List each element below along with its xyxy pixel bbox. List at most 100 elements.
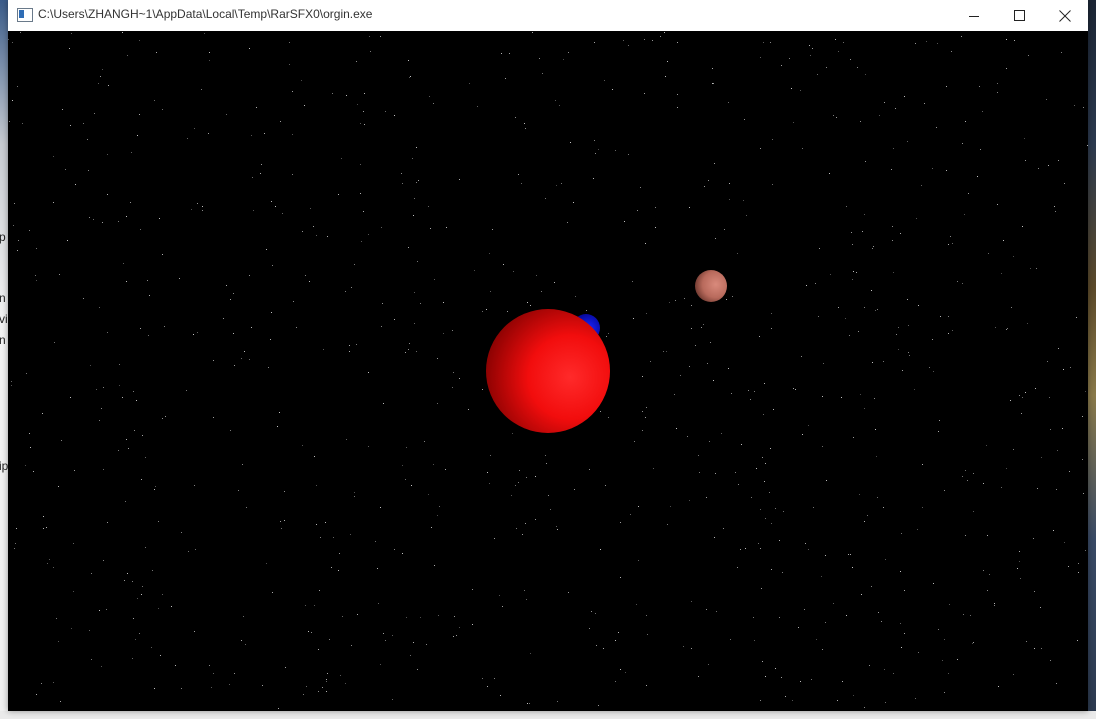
star xyxy=(1001,487,1002,488)
star xyxy=(1058,348,1059,349)
star xyxy=(765,518,766,519)
star xyxy=(33,471,34,472)
star xyxy=(519,470,520,471)
star xyxy=(879,115,880,116)
star xyxy=(278,708,279,709)
star xyxy=(133,391,134,392)
star xyxy=(962,283,963,284)
star xyxy=(1022,226,1023,227)
star xyxy=(823,363,824,364)
star xyxy=(482,678,483,679)
star xyxy=(284,491,285,492)
star xyxy=(833,603,834,604)
star xyxy=(665,76,666,77)
star xyxy=(226,285,227,286)
star xyxy=(75,184,76,185)
star xyxy=(1055,211,1056,212)
star xyxy=(883,507,884,508)
star xyxy=(186,390,187,391)
star xyxy=(369,36,370,37)
star xyxy=(691,305,692,306)
star xyxy=(836,117,837,118)
star xyxy=(61,440,62,441)
render-canvas[interactable] xyxy=(8,31,1088,711)
star xyxy=(162,594,163,595)
star xyxy=(608,417,609,418)
star xyxy=(309,281,310,282)
star xyxy=(825,622,826,623)
star xyxy=(147,280,148,281)
star xyxy=(964,214,965,215)
star xyxy=(490,455,491,456)
star xyxy=(793,122,794,123)
minimize-button[interactable] xyxy=(951,0,997,31)
maximize-button[interactable] xyxy=(996,0,1042,31)
star xyxy=(623,40,624,41)
star xyxy=(326,681,327,682)
star xyxy=(1034,591,1035,592)
star xyxy=(916,218,917,219)
star xyxy=(758,543,759,544)
star xyxy=(876,456,877,457)
star xyxy=(487,686,488,687)
star xyxy=(698,455,699,456)
star xyxy=(771,523,772,524)
star xyxy=(775,668,776,669)
star xyxy=(652,40,653,41)
star xyxy=(1056,683,1057,684)
star xyxy=(535,519,536,520)
star xyxy=(527,302,528,303)
star xyxy=(760,148,761,149)
maximize-icon xyxy=(1013,10,1025,21)
star xyxy=(175,665,176,666)
star xyxy=(420,303,421,304)
star xyxy=(1001,273,1002,274)
star xyxy=(938,431,939,432)
background-text-fragment: n xyxy=(0,333,6,347)
star xyxy=(860,394,861,395)
star xyxy=(140,328,141,329)
star xyxy=(620,577,621,578)
star xyxy=(689,500,690,501)
star xyxy=(251,327,252,328)
star xyxy=(822,446,823,447)
star xyxy=(18,240,19,241)
star xyxy=(490,291,491,292)
star xyxy=(341,158,342,159)
star xyxy=(589,628,590,629)
star xyxy=(275,206,276,207)
star xyxy=(853,271,854,272)
star xyxy=(808,549,809,550)
star xyxy=(1010,400,1011,401)
star xyxy=(760,57,761,58)
star xyxy=(101,666,102,667)
star xyxy=(845,318,846,319)
star xyxy=(284,520,285,521)
star xyxy=(204,33,205,34)
star xyxy=(280,521,281,522)
star xyxy=(1087,145,1088,146)
star xyxy=(1048,165,1049,166)
star xyxy=(541,291,542,292)
star xyxy=(770,448,771,449)
star xyxy=(249,275,250,276)
star xyxy=(1041,457,1042,458)
star xyxy=(316,524,317,525)
star xyxy=(957,281,958,282)
star xyxy=(468,409,469,410)
close-button[interactable] xyxy=(1042,0,1088,31)
star xyxy=(997,92,998,93)
star xyxy=(615,640,616,641)
title-bar[interactable]: C:\Users\ZHANGH~1\AppData\Local\Temp\Rar… xyxy=(8,0,1088,32)
star xyxy=(704,186,705,187)
star xyxy=(535,476,536,477)
star xyxy=(35,275,36,276)
star xyxy=(357,614,358,615)
star xyxy=(1035,388,1036,389)
star xyxy=(970,615,971,616)
star xyxy=(915,43,916,44)
star xyxy=(413,215,414,216)
star xyxy=(126,281,127,282)
star xyxy=(472,589,473,590)
star xyxy=(946,86,947,87)
